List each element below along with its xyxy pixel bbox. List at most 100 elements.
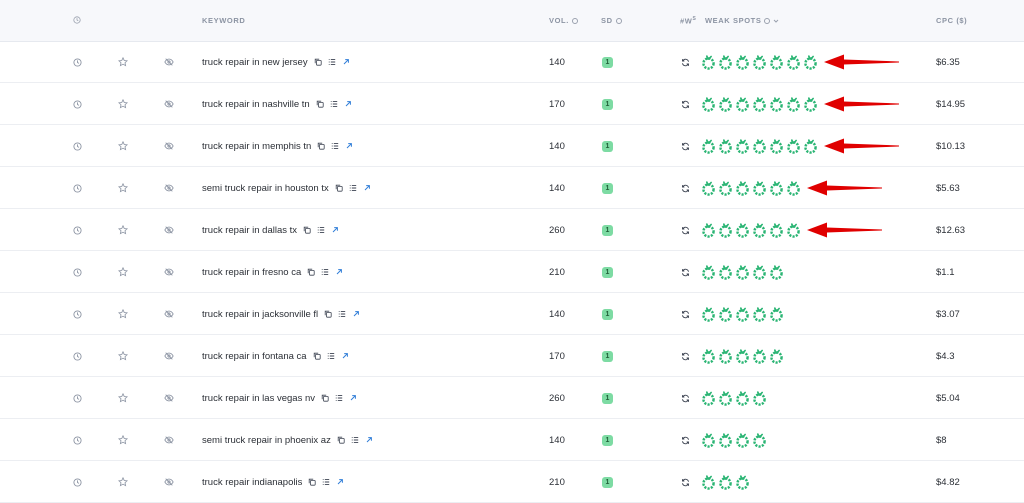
table-row[interactable]: truck repair in jacksonville fl 140 1 $3.07: [0, 293, 1024, 335]
external-link-icon[interactable]: [345, 142, 353, 150]
list-icon[interactable]: [351, 436, 359, 444]
copy-icon[interactable]: [324, 310, 332, 318]
keyword-column-header[interactable]: KEYWORD: [202, 16, 245, 25]
list-icon[interactable]: [349, 184, 357, 192]
eye-off-icon: [164, 57, 174, 67]
sd-cell: 1: [602, 251, 613, 293]
cpc-cell: $4.82: [936, 476, 960, 488]
external-link-icon[interactable]: [342, 58, 350, 66]
sd-column-header[interactable]: SD: [601, 16, 622, 25]
history-button[interactable]: [73, 125, 82, 167]
refresh-button[interactable]: [681, 251, 690, 293]
favorite-button[interactable]: [118, 419, 128, 461]
copy-icon[interactable]: [314, 58, 322, 66]
favorite-button[interactable]: [118, 251, 128, 293]
weak-spot-icon: [718, 222, 733, 238]
list-icon[interactable]: [335, 394, 343, 402]
copy-icon[interactable]: [335, 184, 343, 192]
list-icon[interactable]: [321, 268, 329, 276]
external-link-icon[interactable]: [336, 478, 344, 486]
list-icon[interactable]: [322, 478, 330, 486]
external-link-icon[interactable]: [335, 268, 343, 276]
ws-count-column-header[interactable]: #WS: [680, 16, 696, 26]
table-row[interactable]: semi truck repair in phoenix az 140 1 $8: [0, 419, 1024, 461]
copy-icon[interactable]: [313, 352, 321, 360]
refresh-button[interactable]: [681, 419, 690, 461]
history-button[interactable]: [73, 377, 82, 419]
list-icon[interactable]: [317, 226, 325, 234]
copy-icon[interactable]: [321, 394, 329, 402]
history-button[interactable]: [73, 251, 82, 293]
favorite-button[interactable]: [118, 293, 128, 335]
table-row[interactable]: truck repair in nashville tn 170 1 $14.95: [0, 83, 1024, 125]
favorite-button[interactable]: [118, 335, 128, 377]
copy-icon[interactable]: [337, 436, 345, 444]
history-button[interactable]: [73, 335, 82, 377]
hide-keyword-button[interactable]: [164, 167, 174, 209]
hide-keyword-button[interactable]: [164, 293, 174, 335]
table-row[interactable]: truck repair in las vegas nv 260 1 $5.04: [0, 377, 1024, 419]
table-row[interactable]: truck repair in dallas tx 260 1 $12.63: [0, 209, 1024, 251]
external-link-icon[interactable]: [363, 184, 371, 192]
list-icon[interactable]: [338, 310, 346, 318]
refresh-button[interactable]: [681, 83, 690, 125]
favorite-button[interactable]: [118, 41, 128, 83]
refresh-button[interactable]: [681, 125, 690, 167]
table-row[interactable]: truck repair indianapolis 210 1 $4.82: [0, 461, 1024, 503]
history-button[interactable]: [73, 41, 82, 83]
hide-keyword-button[interactable]: [164, 125, 174, 167]
refresh-button[interactable]: [681, 167, 690, 209]
history-button[interactable]: [73, 167, 82, 209]
external-link-icon[interactable]: [344, 100, 352, 108]
list-icon[interactable]: [331, 142, 339, 150]
history-button[interactable]: [73, 461, 82, 503]
hide-keyword-button[interactable]: [164, 83, 174, 125]
weak-spot-icon: [701, 222, 716, 238]
copy-icon[interactable]: [307, 268, 315, 276]
external-link-icon[interactable]: [349, 394, 357, 402]
refresh-button[interactable]: [681, 335, 690, 377]
table-row[interactable]: semi truck repair in houston tx 140 1 $5.63: [0, 167, 1024, 209]
table-row[interactable]: truck repair in memphis tn 140 1 $10.13: [0, 125, 1024, 167]
external-link-icon[interactable]: [331, 226, 339, 234]
copy-icon[interactable]: [317, 142, 325, 150]
favorite-button[interactable]: [118, 83, 128, 125]
refresh-button[interactable]: [681, 377, 690, 419]
list-icon[interactable]: [330, 100, 338, 108]
list-icon[interactable]: [328, 58, 336, 66]
cpc-column-header[interactable]: CPC ($): [936, 16, 967, 25]
favorite-button[interactable]: [118, 377, 128, 419]
hide-keyword-button[interactable]: [164, 251, 174, 293]
history-button[interactable]: [73, 293, 82, 335]
hide-keyword-button[interactable]: [164, 209, 174, 251]
volume-column-header[interactable]: VOL.: [549, 16, 578, 25]
history-button[interactable]: [73, 209, 82, 251]
history-button[interactable]: [73, 419, 82, 461]
hide-keyword-button[interactable]: [164, 41, 174, 83]
refresh-button[interactable]: [681, 41, 690, 83]
table-row[interactable]: truck repair in fresno ca 210 1 $1.1: [0, 251, 1024, 293]
table-row[interactable]: truck repair in new jersey 140 1 $6.35: [0, 41, 1024, 83]
copy-icon[interactable]: [308, 478, 316, 486]
favorite-button[interactable]: [118, 461, 128, 503]
hide-keyword-button[interactable]: [164, 461, 174, 503]
list-icon[interactable]: [327, 352, 335, 360]
weak-spots-column-header[interactable]: WEAK SPOTS: [705, 16, 779, 25]
table-row[interactable]: truck repair in fontana ca 170 1 $4.3: [0, 335, 1024, 377]
favorite-button[interactable]: [118, 209, 128, 251]
favorite-button[interactable]: [118, 167, 128, 209]
history-button[interactable]: [73, 83, 82, 125]
copy-icon[interactable]: [303, 226, 311, 234]
sd-cell: 1: [602, 461, 613, 503]
external-link-icon[interactable]: [365, 436, 373, 444]
hide-keyword-button[interactable]: [164, 419, 174, 461]
favorite-button[interactable]: [118, 125, 128, 167]
hide-keyword-button[interactable]: [164, 377, 174, 419]
hide-keyword-button[interactable]: [164, 335, 174, 377]
refresh-button[interactable]: [681, 461, 690, 503]
copy-icon[interactable]: [316, 100, 324, 108]
refresh-button[interactable]: [681, 209, 690, 251]
external-link-icon[interactable]: [341, 352, 349, 360]
external-link-icon[interactable]: [352, 310, 360, 318]
refresh-button[interactable]: [681, 293, 690, 335]
